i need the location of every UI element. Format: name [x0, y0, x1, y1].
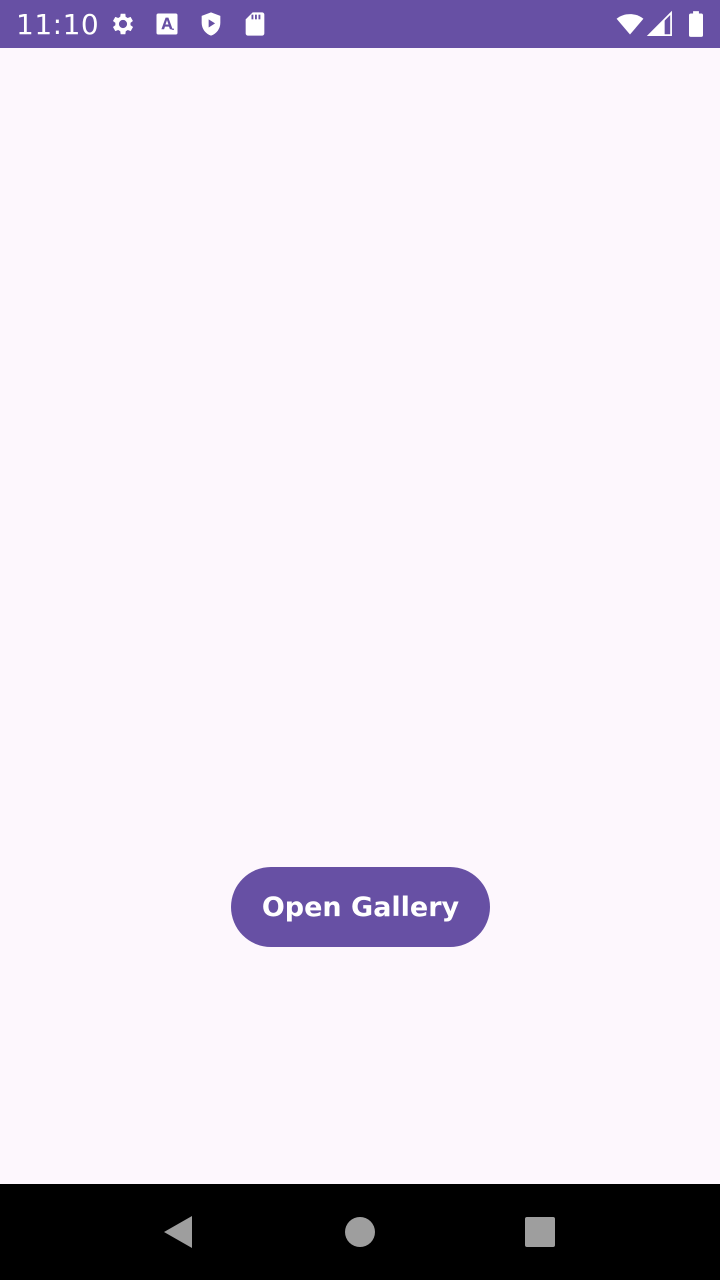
sd-card-icon — [241, 10, 269, 38]
main-content: Open Gallery — [0, 48, 720, 1184]
status-time: 11:10 — [16, 8, 100, 41]
home-icon[interactable] — [336, 1208, 384, 1256]
wifi-icon — [614, 10, 646, 38]
back-icon[interactable] — [156, 1208, 204, 1256]
cell-signal-icon — [646, 10, 674, 38]
open-gallery-button[interactable]: Open Gallery — [231, 867, 490, 947]
recents-icon[interactable] — [516, 1208, 564, 1256]
settings-gear-icon — [109, 10, 137, 38]
status-bar: 11:10 — [0, 0, 720, 48]
navigation-bar — [0, 1184, 720, 1280]
play-protect-icon — [197, 10, 225, 38]
battery-icon — [682, 10, 710, 38]
font-a-icon — [153, 10, 181, 38]
